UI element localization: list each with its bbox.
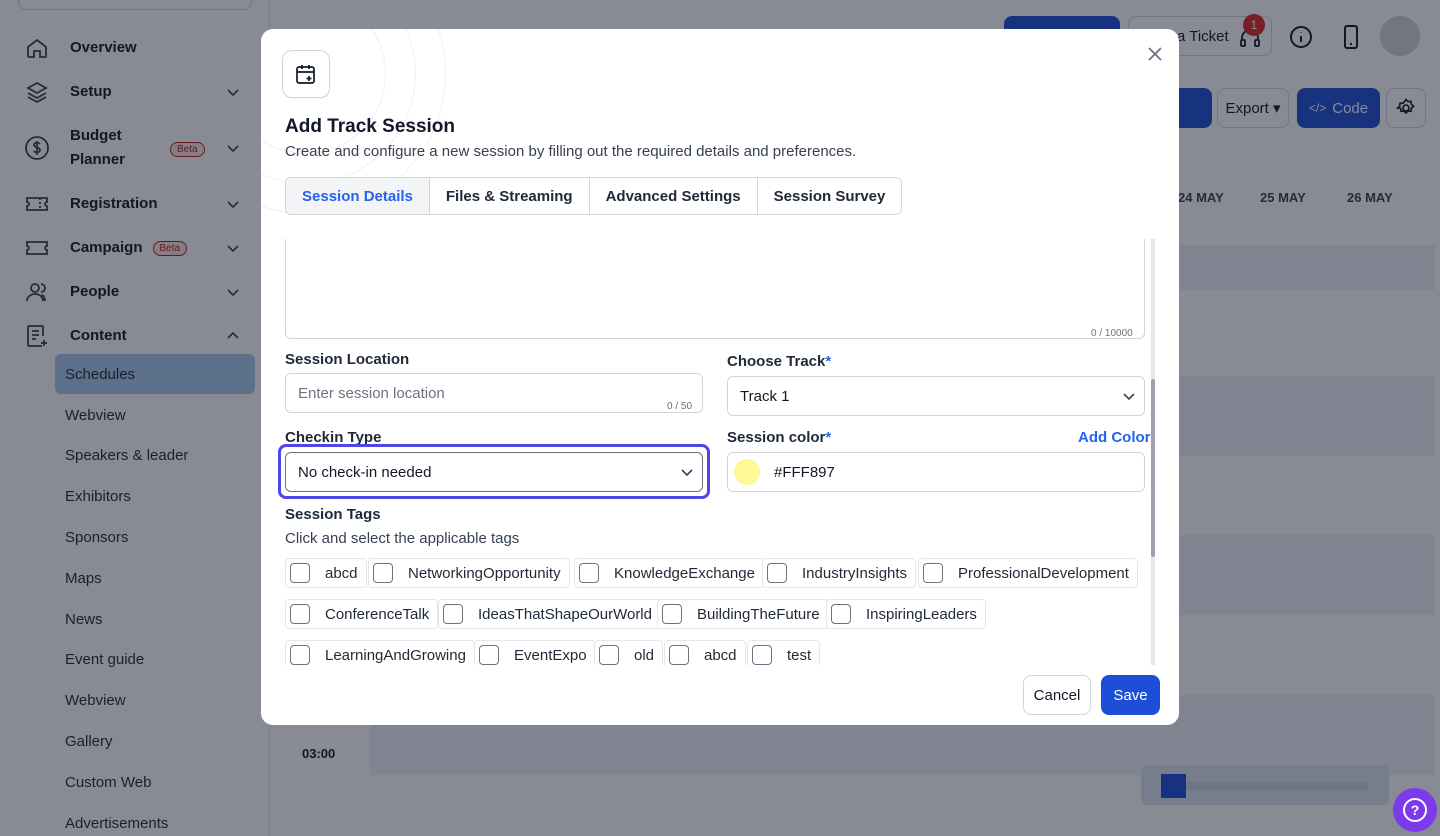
tag-label: ProfessionalDevelopment	[958, 564, 1129, 582]
tab-advanced-settings[interactable]: Advanced Settings	[589, 178, 758, 214]
session-color-label: Session color*	[727, 429, 832, 446]
tag-checkbox[interactable]: abcd	[664, 640, 746, 665]
checkbox[interactable]	[443, 604, 463, 624]
location-counter: 0 / 50	[667, 401, 693, 412]
calendar-plus-icon	[282, 50, 330, 98]
checkbox[interactable]	[923, 563, 943, 583]
tab-files-streaming[interactable]: Files & Streaming	[429, 178, 590, 214]
choose-track-label: Choose Track*	[727, 353, 832, 370]
tag-checkbox[interactable]: NetworkingOpportunity	[368, 558, 570, 588]
tab-session-details[interactable]: Session Details	[286, 178, 430, 214]
color-value: #FFF897	[774, 463, 835, 481]
checkin-type-select[interactable]: No check-in needed	[285, 452, 703, 492]
tag-label: IndustryInsights	[802, 564, 908, 582]
help-button[interactable]: ?	[1393, 788, 1437, 832]
tag-label: KnowledgeExchange	[614, 564, 755, 582]
checkbox[interactable]	[662, 604, 682, 624]
tab-session-survey[interactable]: Session Survey	[757, 178, 902, 214]
save-button[interactable]: Save	[1101, 675, 1160, 715]
tag-checkbox[interactable]: IdeasThatShapeOurWorld	[438, 599, 661, 629]
checkbox[interactable]	[373, 563, 393, 583]
close-icon[interactable]	[1144, 43, 1166, 65]
modal-tabs: Session Details Files & Streaming Advanc…	[285, 177, 903, 215]
tag-label: ConferenceTalk	[325, 605, 430, 623]
cancel-button[interactable]: Cancel	[1023, 675, 1091, 715]
tag-checkbox[interactable]: ProfessionalDevelopment	[918, 558, 1138, 588]
chevron-down-icon	[678, 463, 696, 481]
tag-checkbox[interactable]: InspiringLeaders	[826, 599, 986, 629]
tag-label: InspiringLeaders	[866, 605, 977, 623]
tag-label: abcd	[325, 564, 358, 582]
tag-checkbox[interactable]: IndustryInsights	[762, 558, 917, 588]
checkbox[interactable]	[752, 645, 772, 665]
modal-title: Add Track Session	[285, 116, 456, 137]
checkbox[interactable]	[579, 563, 599, 583]
chevron-down-icon	[1120, 387, 1138, 405]
tag-label: LearningAndGrowing	[325, 646, 466, 664]
checkbox[interactable]	[290, 645, 310, 665]
tag-label: abcd	[704, 646, 737, 664]
tag-checkbox[interactable]: test	[747, 640, 821, 665]
checkbox[interactable]	[479, 645, 499, 665]
tag-label: IdeasThatShapeOurWorld	[478, 605, 652, 623]
tag-label: NetworkingOpportunity	[408, 564, 561, 582]
tag-checkbox[interactable]: LearningAndGrowing	[285, 640, 475, 665]
modal-scrollbar-thumb[interactable]	[1151, 379, 1155, 557]
tag-label: BuildingTheFuture	[697, 605, 820, 623]
checkbox[interactable]	[599, 645, 619, 665]
session-details-form: 0 / 10000 Session Location Enter session…	[261, 239, 1179, 665]
checkbox[interactable]	[767, 563, 787, 583]
checkbox[interactable]	[290, 563, 310, 583]
session-location-input[interactable]: Enter session location	[285, 373, 703, 413]
session-color-input[interactable]: #FFF897	[727, 452, 1145, 492]
tag-label: old	[634, 646, 655, 664]
add-track-session-modal: Add Track Session Create and configure a…	[261, 29, 1179, 725]
choose-track-select[interactable]: Track 1	[727, 376, 1145, 416]
track-value: Track 1	[740, 387, 790, 405]
description-counter: 0 / 10000	[1091, 328, 1133, 339]
add-color-link[interactable]: Add Color	[1078, 429, 1151, 446]
tag-checkbox[interactable]: old	[594, 640, 664, 665]
tag-label: test	[787, 646, 812, 664]
checkin-value: No check-in needed	[298, 463, 432, 481]
tag-label: EventExpo	[514, 646, 587, 664]
modal-subtitle: Create and configure a new session by fi…	[285, 143, 857, 160]
tag-checkbox[interactable]: BuildingTheFuture	[657, 599, 829, 629]
question-icon: ?	[1403, 798, 1427, 822]
tag-checkbox[interactable]: abcd	[285, 558, 367, 588]
checkbox[interactable]	[290, 604, 310, 624]
checkbox[interactable]	[669, 645, 689, 665]
tag-checkbox[interactable]: KnowledgeExchange	[574, 558, 764, 588]
session-tags-hint: Click and select the applicable tags	[285, 530, 520, 547]
session-location-label: Session Location	[285, 351, 410, 368]
tag-checkbox[interactable]: EventExpo	[474, 640, 596, 665]
checkbox[interactable]	[831, 604, 851, 624]
description-textarea[interactable]	[285, 239, 1145, 339]
session-tags-label: Session Tags	[285, 506, 381, 523]
color-swatch[interactable]	[734, 459, 760, 485]
tag-checkbox[interactable]: ConferenceTalk	[285, 599, 439, 629]
